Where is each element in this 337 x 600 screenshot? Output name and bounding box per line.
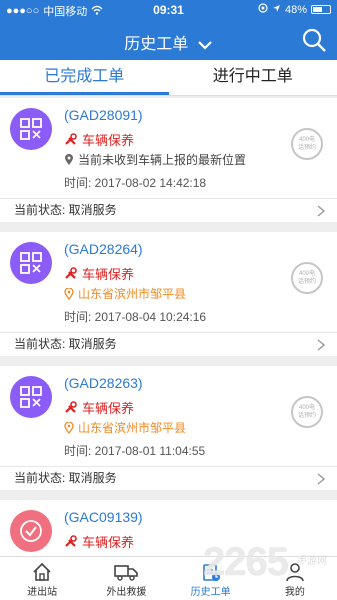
- order-status-row[interactable]: 当前状态: 取消服务: [0, 332, 337, 356]
- wrench-icon: [65, 267, 77, 279]
- location-pin-icon: [65, 153, 73, 165]
- wrench-icon: [65, 401, 77, 413]
- service-label: 车辆保养: [82, 535, 135, 550]
- location-text: 当前未收到车辆上报的最新位置: [78, 153, 247, 167]
- location-status-icon: [258, 3, 268, 16]
- order-code: (GAD28263): [64, 375, 143, 391]
- chevron-right-icon: [317, 473, 325, 485]
- nav-bar: 历史工单: [0, 20, 337, 60]
- watermark-number: 2265: [203, 540, 289, 584]
- service-type: 车辆保养: [64, 398, 134, 417]
- location: 山东省滨州市邹平县: [64, 419, 186, 436]
- tab-label: 外出救援: [106, 587, 147, 598]
- phone-booking-stamp: 400电 话预约: [291, 396, 323, 428]
- checkmark-icon: [10, 510, 52, 552]
- tab-label: 进出站: [27, 587, 58, 598]
- order-status-row[interactable]: 当前状态: 取消服务: [0, 198, 337, 222]
- battery-icon: [311, 5, 331, 14]
- chevron-right-icon: [317, 339, 325, 351]
- status-bar: ●●●○○ 中国移动 09:31 48%: [0, 0, 337, 20]
- service-type: 车辆保养: [64, 532, 134, 551]
- qr-icon: [10, 108, 52, 150]
- location: 山东省滨州市邹平县: [64, 285, 186, 302]
- order-list: (GAD28091) 车辆保养 当前未收到车辆上报的最新位置 时间: 2017-…: [0, 98, 337, 556]
- service-type: 车辆保养: [64, 264, 134, 283]
- watermark-text: 手游网: [297, 556, 327, 567]
- order-card[interactable]: (GAD28091) 车辆保养 当前未收到车辆上报的最新位置 时间: 2017-…: [0, 98, 337, 222]
- watermark-logo: 2265 手游网: [183, 540, 333, 596]
- order-time: 时间: 2017-08-04 10:24:16: [64, 310, 207, 324]
- search-icon[interactable]: [301, 27, 327, 53]
- order-card[interactable]: (GAD28263) 车辆保养 山东省滨州市邹平县 时间: 2017-08-01…: [0, 366, 337, 490]
- location-text: 山东省滨州市邹平县: [78, 287, 187, 301]
- tab-rescue[interactable]: 外出救援: [84, 557, 168, 600]
- order-status: 当前状态: 取消服务: [14, 203, 117, 217]
- location-pin-icon: [64, 287, 74, 300]
- location-pin-icon: [64, 421, 74, 434]
- location-text: 山东省滨州市邹平县: [78, 421, 187, 435]
- service-label: 车辆保养: [82, 267, 135, 282]
- order-status: 当前状态: 取消服务: [14, 471, 117, 485]
- location: 当前未收到车辆上报的最新位置: [64, 151, 246, 168]
- wrench-icon: [65, 133, 77, 145]
- order-status-row[interactable]: 当前状态: 取消服务: [0, 466, 337, 490]
- chevron-right-icon: [317, 205, 325, 217]
- tab-station[interactable]: 进出站: [0, 557, 84, 600]
- order-time: 时间: 2017-08-02 14:42:18: [64, 176, 207, 190]
- battery-percent: 48%: [284, 3, 307, 16]
- chevron-down-icon: [197, 40, 212, 50]
- order-status: 当前状态: 取消服务: [14, 337, 117, 351]
- service-label: 车辆保养: [82, 133, 135, 148]
- home-icon: [33, 562, 51, 581]
- tab-in-progress[interactable]: 进行中工单: [169, 60, 337, 95]
- service-label: 车辆保养: [82, 401, 135, 416]
- page-title: 历史工单: [124, 36, 189, 53]
- qr-icon: [10, 376, 52, 418]
- wrench-icon: [65, 535, 77, 547]
- order-code: (GAD28091): [64, 107, 143, 123]
- phone-booking-stamp: 400电 话预约: [291, 128, 323, 160]
- order-time: 时间: 2017-08-01 11:04:55: [64, 444, 206, 458]
- qr-icon: [10, 242, 52, 284]
- navigation-arrow-icon: [272, 4, 281, 16]
- phone-booking-stamp: 400电 话预约: [291, 262, 323, 294]
- order-tabs: 已完成工单 进行中工单: [0, 60, 337, 96]
- page-title-dropdown[interactable]: 历史工单: [0, 30, 337, 54]
- truck-icon: [114, 565, 139, 581]
- order-code: (GAD28264): [64, 241, 143, 257]
- tab-completed[interactable]: 已完成工单: [0, 60, 169, 95]
- order-card[interactable]: (GAD28264) 车辆保养 山东省滨州市邹平县 时间: 2017-08-04…: [0, 232, 337, 356]
- service-type: 车辆保养: [64, 130, 134, 149]
- order-code: (GAC09139): [64, 509, 143, 525]
